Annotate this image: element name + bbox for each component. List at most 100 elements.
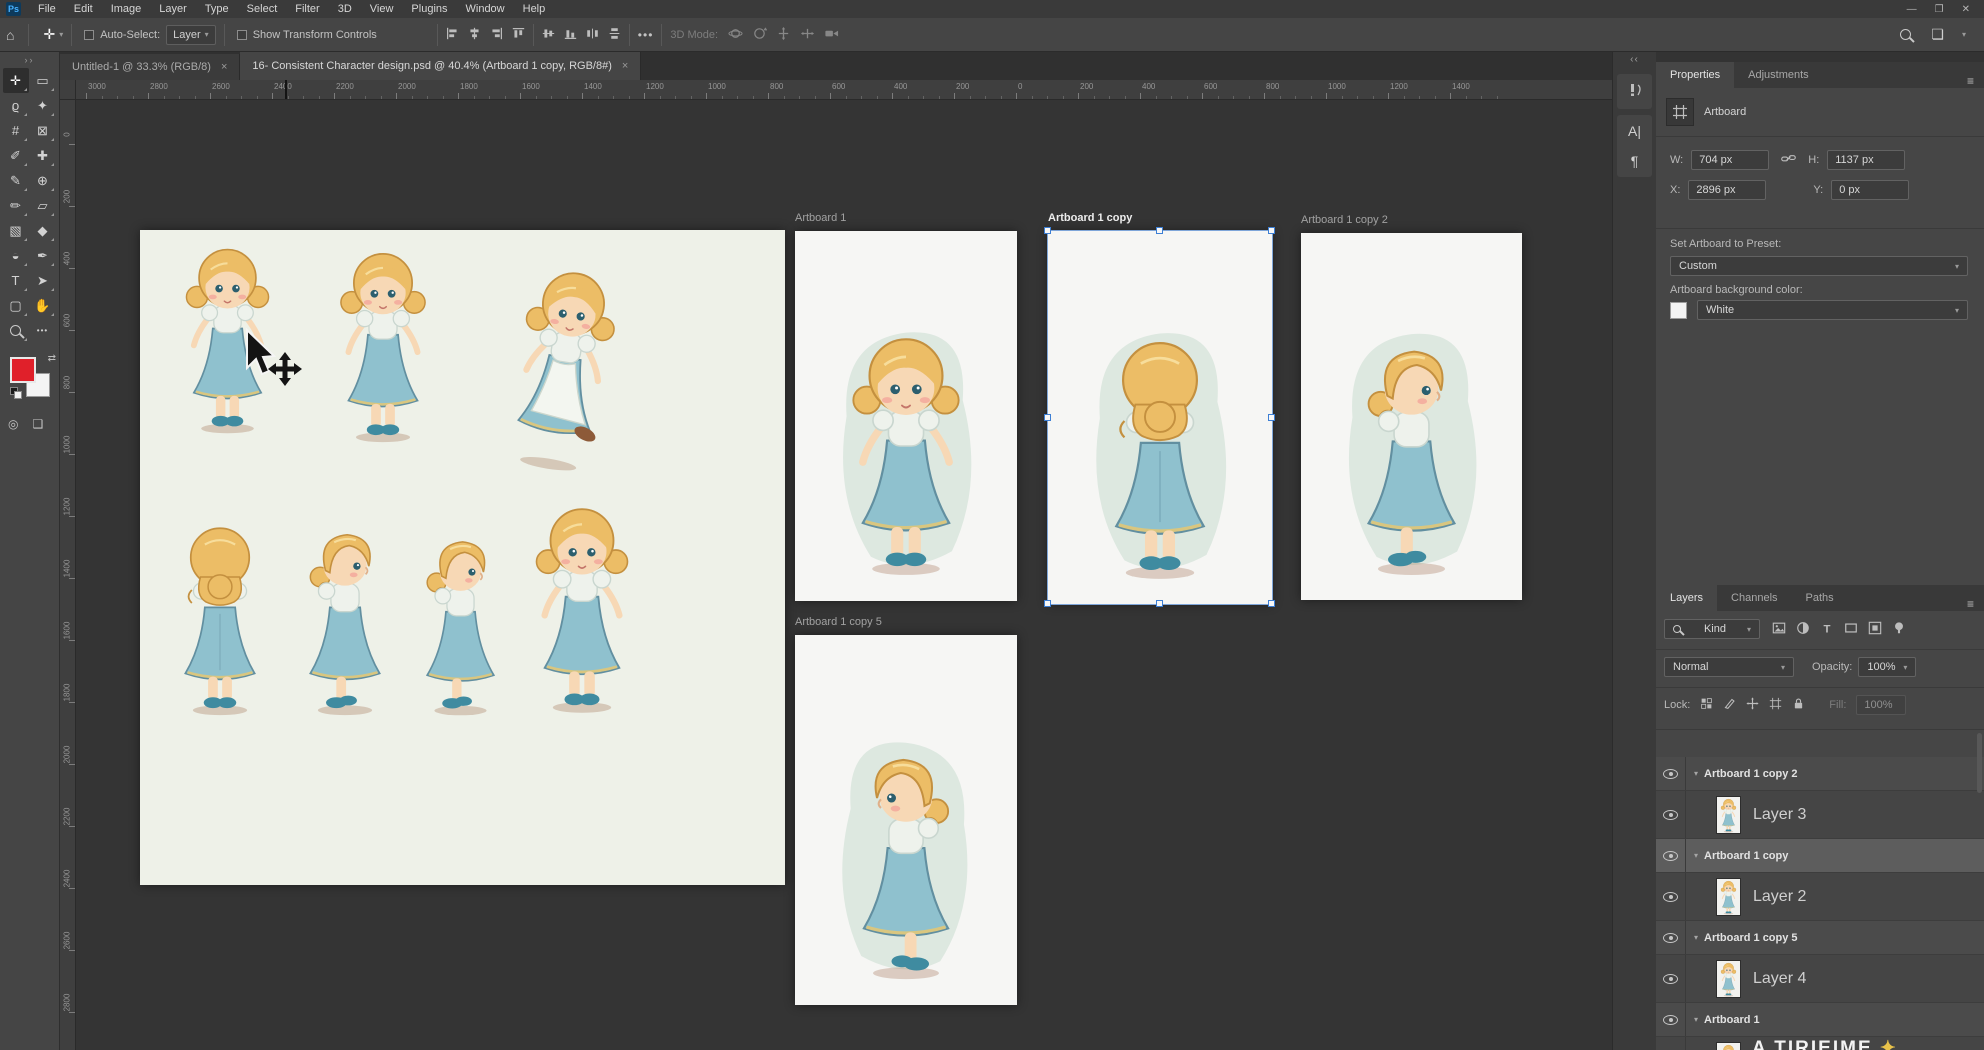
properties-tab-adjustments[interactable]: Adjustments bbox=[1734, 62, 1823, 88]
layers-tab-channels[interactable]: Channels bbox=[1717, 585, 1791, 611]
preset-dropdown[interactable]: Custom▾ bbox=[1670, 256, 1968, 276]
artboard-bg-dropdown[interactable]: White▾ bbox=[1697, 300, 1968, 320]
visibility-toggle[interactable] bbox=[1656, 921, 1686, 954]
layers-scrollbar[interactable] bbox=[1977, 733, 1982, 793]
eraser-tool[interactable]: ▱ bbox=[30, 193, 56, 218]
canvas[interactable]: Artboard 1 Artboard 1 copy Artboard 1 copy… bbox=[76, 100, 1612, 1050]
foreground-color-swatch[interactable] bbox=[10, 357, 36, 383]
frame-tool[interactable]: ⊠ bbox=[30, 118, 56, 143]
align-center-icon[interactable] bbox=[468, 27, 481, 43]
menu-edit[interactable]: Edit bbox=[65, 3, 102, 15]
filter-switch-icon[interactable] bbox=[1892, 621, 1906, 638]
mixer-brush-tool[interactable]: ✏ bbox=[3, 193, 29, 218]
artboard-ab1copy[interactable] bbox=[1048, 231, 1272, 604]
lock-transparency-icon[interactable] bbox=[1700, 697, 1713, 713]
visibility-toggle[interactable] bbox=[1656, 757, 1686, 790]
lasso-tool[interactable]: ϱ bbox=[3, 93, 29, 118]
artboard-label[interactable]: Artboard 1 copy 2 bbox=[1301, 214, 1388, 230]
artboard-sheet[interactable] bbox=[140, 230, 785, 885]
adjustment-layer-filter-icon[interactable] bbox=[1796, 621, 1810, 638]
layer-thumbnail[interactable] bbox=[1716, 1042, 1741, 1050]
marquee-tool[interactable]: ▭ bbox=[30, 68, 56, 93]
default-colors-icon[interactable] bbox=[10, 387, 22, 399]
layer-row[interactable]: Layer 4 bbox=[1656, 955, 1984, 1003]
distribute-v-icon[interactable] bbox=[608, 27, 621, 43]
artboard-ab1copy2[interactable] bbox=[1301, 233, 1522, 600]
menu-plugins[interactable]: Plugins bbox=[402, 3, 456, 15]
more-options-button[interactable]: ••• bbox=[638, 28, 654, 42]
artboard-label[interactable]: Artboard 1 bbox=[795, 212, 846, 228]
opacity-field[interactable]: 100%▾ bbox=[1858, 657, 1916, 677]
auto-select-target-dropdown[interactable]: Layer▾ bbox=[166, 25, 216, 45]
expand-chevron-icon[interactable]: ▾ bbox=[1694, 851, 1698, 860]
align-top-icon[interactable] bbox=[512, 27, 525, 43]
artboard-label[interactable]: Artboard 1 copy 5 bbox=[795, 616, 882, 632]
menu-image[interactable]: Image bbox=[102, 3, 151, 15]
layers-tab-paths[interactable]: Paths bbox=[1792, 585, 1848, 611]
character-panel-icon[interactable]: A| bbox=[1628, 123, 1641, 139]
distribute-middle-icon[interactable] bbox=[542, 27, 555, 43]
more-tools[interactable]: ••• bbox=[30, 318, 56, 343]
menu-layer[interactable]: Layer bbox=[150, 3, 196, 15]
layer-group-row[interactable]: ▾Artboard 1 copy bbox=[1656, 839, 1984, 873]
lock-position-icon[interactable] bbox=[1746, 697, 1759, 713]
artboard-ab1[interactable] bbox=[795, 231, 1017, 601]
menu-3d[interactable]: 3D bbox=[329, 3, 361, 15]
rectangle-tool[interactable]: ▢ bbox=[3, 293, 29, 318]
ruler-corner[interactable] bbox=[60, 80, 76, 100]
pen-tool[interactable]: ✒ bbox=[30, 243, 56, 268]
zoom-tool[interactable] bbox=[3, 318, 29, 343]
roll-3d-icon[interactable] bbox=[752, 26, 767, 44]
layers-menu-icon[interactable]: ≡ bbox=[1967, 597, 1984, 611]
artboard-ab1copy5[interactable] bbox=[795, 635, 1017, 1005]
search-icon[interactable] bbox=[1900, 29, 1911, 40]
artboard-bg-swatch[interactable] bbox=[1670, 302, 1687, 319]
crop-tool[interactable]: # bbox=[3, 118, 29, 143]
x-field[interactable]: 2896 px bbox=[1688, 180, 1766, 200]
distribute-h-icon[interactable] bbox=[586, 27, 599, 43]
align-left-icon[interactable] bbox=[446, 27, 459, 43]
blur-tool[interactable]: ◆ bbox=[30, 218, 56, 243]
vertical-ruler[interactable]: 0200400600800100012001400160018002000220… bbox=[60, 100, 76, 1050]
layer-row[interactable]: Layer 3 bbox=[1656, 791, 1984, 839]
move-tool[interactable]: ✛ bbox=[3, 68, 29, 93]
slide-3d-icon[interactable] bbox=[800, 26, 815, 44]
move-tool-icon[interactable]: ✛ bbox=[37, 26, 61, 43]
layer-group-row[interactable]: ▾Artboard 1 copy 5 bbox=[1656, 921, 1984, 955]
dodge-tool[interactable]: ◒ bbox=[3, 243, 29, 268]
lock-artboard-icon[interactable] bbox=[1769, 697, 1782, 713]
layer-group-row[interactable]: ▾Artboard 1 copy 2 bbox=[1656, 757, 1984, 791]
link-dimensions-icon[interactable] bbox=[1781, 151, 1796, 169]
visibility-toggle[interactable] bbox=[1656, 839, 1686, 872]
artboard-label[interactable]: Artboard 1 copy bbox=[1048, 212, 1132, 228]
layer-row[interactable]: Layer 2 bbox=[1656, 873, 1984, 921]
chevron-down-icon[interactable]: ▾ bbox=[59, 30, 63, 39]
properties-tab-properties[interactable]: Properties bbox=[1656, 62, 1734, 88]
expand-chevron-icon[interactable]: ▾ bbox=[1694, 1015, 1698, 1024]
smart-object-filter-icon[interactable] bbox=[1868, 621, 1882, 638]
healing-brush-tool[interactable]: ✚ bbox=[30, 143, 56, 168]
expand-chevron-icon[interactable]: ▾ bbox=[1694, 933, 1698, 942]
close-button[interactable]: ✕ bbox=[1962, 4, 1970, 15]
visibility-toggle[interactable] bbox=[1656, 1037, 1686, 1050]
brush-tool[interactable]: ✎ bbox=[3, 168, 29, 193]
menu-window[interactable]: Window bbox=[457, 3, 514, 15]
layer-thumbnail[interactable] bbox=[1716, 878, 1741, 916]
toolbar-expand-icon[interactable]: ›› bbox=[0, 52, 59, 68]
chevron-down-icon[interactable]: ▾ bbox=[1962, 30, 1966, 39]
hand-tool[interactable]: ✋ bbox=[30, 293, 56, 318]
quick-selection-tool[interactable]: ✦ bbox=[30, 93, 56, 118]
close-tab-icon[interactable]: × bbox=[221, 61, 227, 73]
distribute-bottom-icon[interactable] bbox=[564, 27, 577, 43]
clone-stamp-tool[interactable]: ⊕ bbox=[30, 168, 56, 193]
collapse-panels-icon[interactable]: ‹‹ bbox=[1613, 52, 1656, 68]
type-layer-filter-icon[interactable]: T bbox=[1820, 621, 1834, 638]
paragraph-panel-icon[interactable]: ¶ bbox=[1631, 153, 1639, 169]
lock-all-icon[interactable] bbox=[1792, 697, 1805, 713]
menu-type[interactable]: Type bbox=[196, 3, 238, 15]
menu-filter[interactable]: Filter bbox=[286, 3, 328, 15]
type-tool[interactable]: T bbox=[3, 268, 29, 293]
align-right-icon[interactable] bbox=[490, 27, 503, 43]
swap-colors-icon[interactable]: ⇄ bbox=[48, 353, 56, 364]
restore-button[interactable]: ❐ bbox=[1935, 4, 1944, 15]
